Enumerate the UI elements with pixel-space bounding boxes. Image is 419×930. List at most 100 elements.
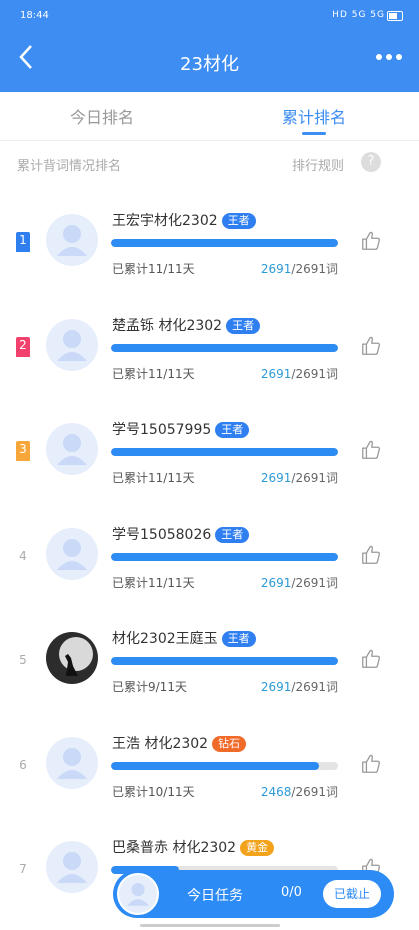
- level-badge: 王者: [226, 317, 261, 334]
- rank-number: 4: [19, 548, 27, 563]
- tab-today-ranking[interactable]: 今日排名: [70, 104, 134, 128]
- days-count: 已累计11/11天: [112, 471, 195, 485]
- words-total: /2691词: [291, 575, 338, 590]
- ranking-subheader: 累计背词情况排名 排行规则 ?: [0, 152, 419, 176]
- rank-number: 1: [16, 232, 30, 248]
- thumbs-up-icon[interactable]: [360, 648, 382, 670]
- user-name: 王宏宇材化2302: [112, 213, 218, 229]
- today-task-bar[interactable]: 今日任务 0/0 已截止: [113, 870, 394, 918]
- avatar: [46, 527, 98, 580]
- ranking-row[interactable]: 1 王宏宇材化2302 王者 已累计11/11天 2691/2691词: [0, 190, 419, 294]
- ranking-rules-link[interactable]: 排行规则: [292, 155, 344, 174]
- level-badge: 王者: [215, 422, 250, 438]
- level-badge: 王者: [221, 631, 256, 647]
- ranking-row[interactable]: 3 学号15057995 王者已累计11/11天 2691/2691词: [0, 399, 419, 503]
- progress-fill: [111, 343, 338, 352]
- days-count: 已累计11/11天: [112, 575, 195, 590]
- tab-bar: 今日排名 累计排名: [0, 92, 419, 141]
- thumbs-up-icon[interactable]: [360, 335, 382, 357]
- words-done: 2691: [260, 680, 292, 694]
- word-count: 2468/2691词: [261, 783, 338, 800]
- words-done: 2691: [260, 471, 292, 485]
- level-badge: 钻石: [212, 735, 247, 752]
- status-icons: HD 5G 5G: [332, 10, 385, 20]
- word-count: 2691/2691词: [261, 260, 338, 277]
- word-count: 2691/2691词: [261, 574, 338, 591]
- avatar: [46, 318, 98, 371]
- progress-fill: [111, 761, 320, 770]
- days-count: 已累计9/11天: [112, 680, 187, 694]
- avatar: [46, 736, 98, 789]
- progress-bar: [111, 239, 338, 247]
- words-done: 2691: [260, 575, 292, 590]
- level-badge: 王者: [215, 526, 250, 543]
- user-name: 材化2302王庭玉: [112, 631, 218, 647]
- rank-number: 6: [19, 757, 27, 772]
- avatar: [117, 873, 159, 915]
- words-total: /2691词: [291, 784, 338, 799]
- user-name: 楚孟铄 材化2302: [112, 317, 223, 334]
- user-name: 学号15058026: [112, 526, 212, 543]
- ranking-row[interactable]: 4 学号15058026 王者已累计11/11天 2691/2691词: [0, 504, 419, 608]
- active-tab-indicator: [302, 132, 326, 135]
- user-name-line: 楚孟铄 材化2302 王者: [112, 315, 261, 335]
- days-count: 已累计10/11天: [112, 784, 195, 799]
- today-task-progress: 0/0: [281, 885, 302, 900]
- more-button[interactable]: [375, 44, 403, 76]
- status-time: 18:44: [20, 10, 49, 21]
- word-count: 2691/2691词: [261, 365, 338, 382]
- page-title: 23材化: [180, 54, 239, 75]
- thumbs-up-icon[interactable]: [360, 753, 382, 775]
- ranking-row[interactable]: 5 材化2302王庭玉 王者已累计9/11天 2691/2691词: [0, 608, 419, 712]
- days-count: 已累计11/11天: [112, 366, 195, 381]
- rank-number: 3: [16, 441, 30, 457]
- progress-fill: [111, 239, 338, 247]
- avatar: [46, 214, 98, 266]
- title-bar: 23材化: [0, 30, 419, 92]
- user-name-line: 王浩 材化2302 钻石: [112, 733, 247, 753]
- ranking-row[interactable]: 6 王浩 材化2302 钻石已累计10/11天 2468/2691词: [0, 713, 419, 817]
- tab-cumulative-ranking[interactable]: 累计排名: [282, 104, 346, 128]
- days-count: 已累计11/11天: [112, 262, 195, 276]
- progress-bar: [111, 552, 338, 561]
- user-name: 王浩 材化2302: [112, 735, 209, 752]
- words-total: /2691词: [291, 366, 338, 381]
- words-total: /2691词: [291, 471, 338, 485]
- deadline-button[interactable]: 已截止: [323, 880, 381, 908]
- rank-number: 5: [19, 653, 27, 667]
- avatar: [46, 841, 98, 893]
- more-dots-icon: [376, 54, 402, 60]
- user-name: 巴桑普赤 材化2302: [112, 840, 237, 856]
- progress-bar: [111, 448, 338, 456]
- ranking-description: 累计背词情况排名: [17, 159, 122, 174]
- words-done: 2468: [260, 784, 292, 799]
- user-name-line: 学号15058026 王者: [112, 524, 250, 544]
- thumbs-up-icon[interactable]: [360, 544, 382, 566]
- avatar: [46, 423, 98, 475]
- user-name-line: 学号15057995 王者: [112, 419, 250, 439]
- words-total: /2691词: [291, 680, 338, 694]
- progress-fill: [111, 448, 338, 456]
- rank-number: 2: [16, 336, 30, 353]
- avatar: [46, 632, 98, 684]
- battery-icon: [387, 11, 403, 21]
- thumbs-up-icon[interactable]: [360, 230, 382, 252]
- user-name: 学号15057995: [112, 422, 212, 438]
- help-icon[interactable]: ?: [361, 152, 381, 172]
- today-task-label: 今日任务: [187, 888, 243, 904]
- progress-bar: [111, 343, 338, 352]
- progress-fill: [111, 657, 338, 665]
- home-indicator: [140, 924, 280, 927]
- level-badge: 黄金: [240, 840, 275, 856]
- progress-bar: [111, 657, 338, 665]
- rank-number: 7: [19, 862, 27, 876]
- words-done: 2691: [260, 366, 292, 381]
- word-count: 2691/2691词: [261, 469, 338, 486]
- user-name-line: 巴桑普赤 材化2302 黄金: [112, 837, 275, 857]
- thumbs-up-icon[interactable]: [360, 439, 382, 461]
- user-name-line: 材化2302王庭玉 王者: [112, 628, 256, 648]
- progress-fill: [111, 552, 338, 561]
- ranking-row[interactable]: 2 楚孟铄 材化2302 王者已累计11/11天 2691/2691词: [0, 295, 419, 399]
- progress-bar: [111, 761, 338, 770]
- words-done: 2691: [260, 262, 292, 276]
